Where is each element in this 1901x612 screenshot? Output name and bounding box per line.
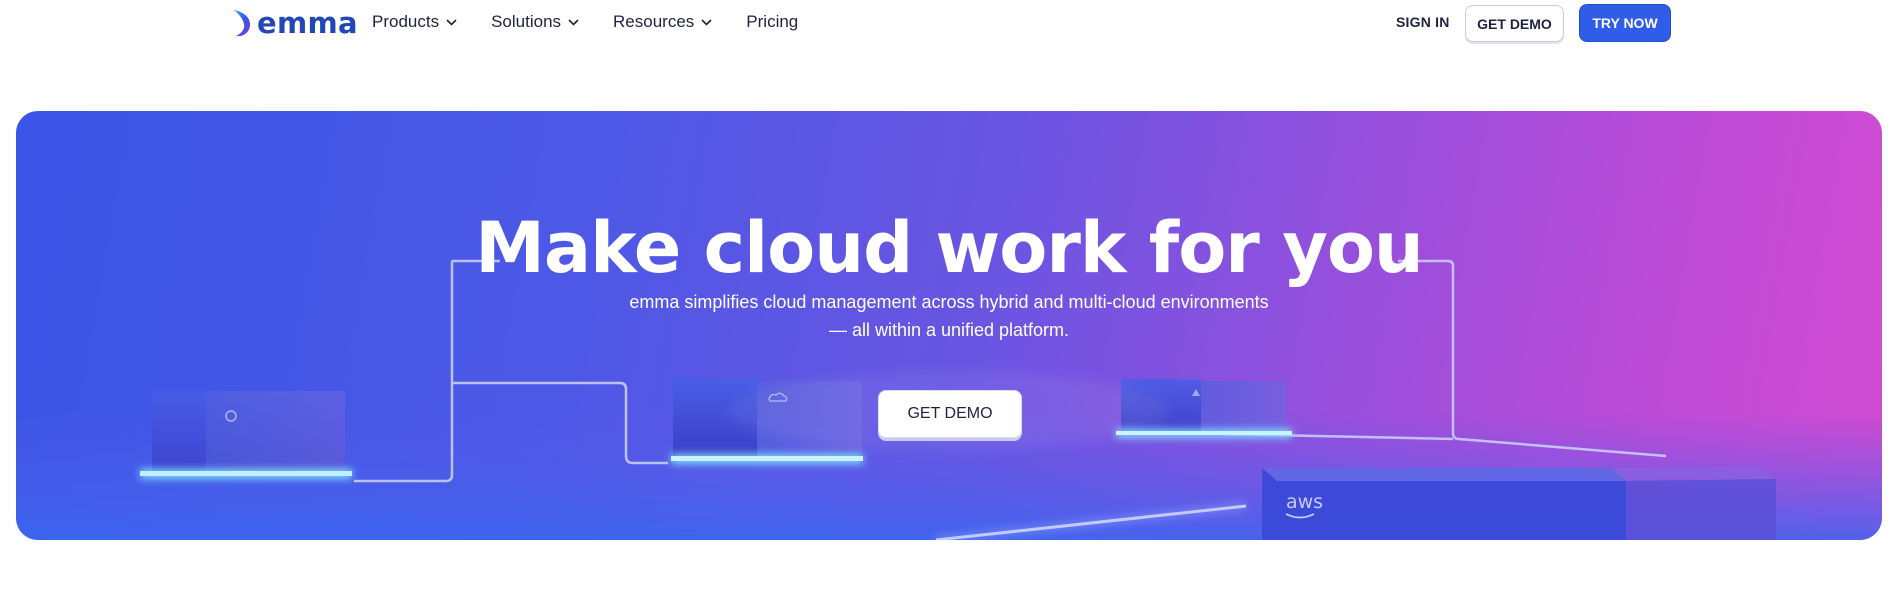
hero-banner: aws Make cloud work for you emma simplif…	[16, 111, 1882, 540]
nav-item-label: Resources	[613, 12, 695, 31]
main-nav: Products Solutions Resources Pricing	[372, 10, 798, 34]
try-now-button[interactable]: TRY NOW	[1579, 4, 1671, 42]
site-header: emma Products Solutions Resources Pricin…	[0, 0, 1901, 46]
hero-subtitle: emma simplifies cloud management across …	[599, 288, 1299, 344]
nav-item-label: Pricing	[746, 12, 799, 31]
hero-title: Make cloud work for you	[475, 207, 1424, 289]
cloud-cube-1	[140, 391, 352, 479]
nav-item-label: Products	[372, 12, 440, 31]
emma-logo-icon	[234, 10, 251, 37]
chevron-down-icon	[446, 18, 457, 26]
sign-in-link[interactable]: SIGN IN	[1396, 14, 1450, 30]
emma-logo[interactable]: emma	[231, 6, 358, 40]
hero-get-demo-button[interactable]: GET DEMO	[878, 390, 1022, 438]
nav-item-label: Solutions	[491, 12, 562, 31]
nav-item-resources[interactable]: Resources	[613, 12, 712, 32]
chevron-down-icon	[568, 18, 579, 26]
hero-subtitle-line-2: — all within a unified platform.	[828, 320, 1070, 340]
chevron-down-icon	[701, 18, 712, 26]
nav-item-products[interactable]: Products	[372, 12, 457, 32]
nav-item-solutions[interactable]: Solutions	[491, 12, 579, 32]
get-demo-button[interactable]: GET DEMO	[1465, 5, 1564, 42]
hero-subtitle-line-1: emma simplifies cloud management across …	[629, 292, 1269, 312]
brand-name: emma	[257, 5, 358, 40]
aws-cube: aws	[1262, 466, 1776, 540]
nav-item-pricing[interactable]: Pricing	[746, 12, 798, 32]
aws-logo-text: aws	[1286, 491, 1323, 513]
